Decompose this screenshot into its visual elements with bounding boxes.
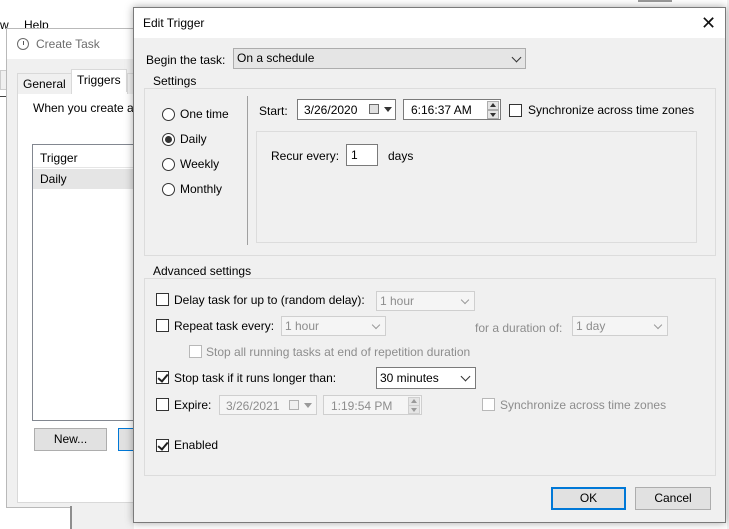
triggers-description: When you create a <box>33 101 134 115</box>
close-button[interactable]: ✕ <box>692 8 725 38</box>
start-label: Start: <box>259 104 288 118</box>
time-spin-down[interactable] <box>487 110 499 119</box>
delay-dropdown[interactable]: 1 hour <box>376 291 475 311</box>
cancel-button[interactable]: Cancel <box>635 487 711 510</box>
trigger-list[interactable]: Trigger Daily <box>32 144 149 421</box>
repeat-task-label[interactable]: Repeat task every: <box>174 319 274 333</box>
trigger-row-label: Daily <box>40 172 67 186</box>
ok-button[interactable]: OK <box>551 487 626 510</box>
edit-trigger-dialog: Edit Trigger ✕ Begin the task: On a sche… <box>133 7 726 523</box>
expire-label[interactable]: Expire: <box>174 398 211 412</box>
dropdown-arrow-icon[interactable] <box>304 403 312 408</box>
arrow-up-icon <box>490 103 496 107</box>
dropdown-arrow-icon[interactable] <box>384 107 392 112</box>
expire-time-value: 1:19:54 PM <box>331 399 393 413</box>
repeat-task-checkbox[interactable] <box>156 319 169 332</box>
stop-long-value: 30 minutes <box>380 371 439 385</box>
radio-label-one-time[interactable]: One time <box>180 107 229 121</box>
table-row[interactable]: Daily <box>33 169 148 189</box>
dialog-title: Edit Trigger <box>143 16 205 30</box>
radio-label-monthly[interactable]: Monthly <box>180 182 222 196</box>
radio-one-time[interactable] <box>162 108 175 121</box>
new-trigger-button[interactable]: New... <box>34 428 107 451</box>
stop-long-checkbox[interactable] <box>156 371 169 384</box>
create-task-window: Create Task General Triggers A When you … <box>6 28 150 508</box>
duration-dropdown[interactable]: 1 day <box>572 316 668 336</box>
repeat-interval-dropdown[interactable]: 1 hour <box>281 316 386 336</box>
chevron-down-icon <box>460 295 470 305</box>
clock-icon <box>17 38 29 50</box>
column-header-trigger[interactable]: Trigger <box>40 151 78 165</box>
repeat-interval-value: 1 hour <box>285 319 320 333</box>
delay-value: 1 hour <box>380 294 415 308</box>
stop-long-label[interactable]: Stop task if it runs longer than: <box>174 371 336 385</box>
radio-label-daily[interactable]: Daily <box>180 132 207 146</box>
chevron-down-icon <box>653 320 663 330</box>
settings-legend: Settings <box>151 74 199 88</box>
create-task-title: Create Task <box>36 37 100 51</box>
delay-task-checkbox[interactable] <box>156 293 169 306</box>
calendar-icon[interactable] <box>369 104 379 114</box>
enabled-checkbox[interactable] <box>156 439 169 452</box>
start-date-picker[interactable]: 3/26/2020 <box>297 99 396 120</box>
stop-all-label: Stop all running tasks at end of repetit… <box>206 345 471 359</box>
dialog-titlebar[interactable]: Edit Trigger ✕ <box>134 8 725 38</box>
advanced-settings-legend: Advanced settings <box>151 264 254 278</box>
arrow-down-icon <box>490 113 496 117</box>
start-time-value: 6:16:37 AM <box>411 103 472 117</box>
expire-date-value: 3/26/2021 <box>226 399 280 413</box>
settings-separator <box>247 96 248 245</box>
time-spin-up[interactable] <box>487 101 499 110</box>
sync-timezones-label[interactable]: Synchronize across time zones <box>528 103 694 117</box>
start-time-field[interactable]: 6:16:37 AM <box>403 99 501 120</box>
begin-task-value: On a schedule <box>237 51 315 65</box>
expire-sync-label: Synchronize across time zones <box>500 398 667 412</box>
calendar-icon[interactable] <box>289 400 299 410</box>
expire-time-spin-down[interactable] <box>408 405 420 414</box>
radio-monthly[interactable] <box>162 183 175 196</box>
tab-general[interactable]: General <box>17 73 72 94</box>
arrow-up-icon <box>411 399 417 403</box>
begin-task-dropdown[interactable]: On a schedule <box>233 48 526 69</box>
recur-every-input[interactable]: 1 <box>346 144 378 166</box>
trigger-list-header[interactable]: Trigger <box>33 145 148 168</box>
recur-every-value: 1 <box>351 148 358 162</box>
enabled-label[interactable]: Enabled <box>174 438 218 452</box>
start-date-value: 3/26/2020 <box>304 103 358 117</box>
duration-value: 1 day <box>576 319 606 333</box>
background-window-edge <box>638 0 672 2</box>
duration-label: for a duration of: <box>475 321 563 335</box>
expire-checkbox[interactable] <box>156 398 169 411</box>
expire-sync-checkbox[interactable] <box>482 398 495 411</box>
stop-long-dropdown[interactable]: 30 minutes <box>376 367 476 389</box>
recur-every-label: Recur every: <box>271 149 340 163</box>
sync-timezones-checkbox[interactable] <box>509 104 522 117</box>
recur-unit-label: days <box>388 149 414 163</box>
stop-all-checkbox[interactable] <box>189 345 202 358</box>
tab-triggers[interactable]: Triggers <box>71 69 127 92</box>
delay-task-label[interactable]: Delay task for up to (random delay): <box>174 293 365 307</box>
expire-time-field[interactable]: 1:19:54 PM <box>323 395 422 415</box>
recurrence-panel <box>256 131 697 243</box>
chevron-down-icon <box>371 320 381 330</box>
background-window-bottom-fragment <box>72 506 134 529</box>
begin-task-label: Begin the task: <box>146 53 226 67</box>
arrow-down-icon <box>411 408 417 412</box>
chevron-down-icon <box>460 371 471 382</box>
radio-daily[interactable] <box>162 133 175 146</box>
chevron-down-icon <box>511 52 522 63</box>
radio-label-weekly[interactable]: Weekly <box>180 157 219 171</box>
radio-weekly[interactable] <box>162 158 175 171</box>
expire-date-picker[interactable]: 3/26/2021 <box>219 395 317 415</box>
close-icon: ✕ <box>700 13 717 33</box>
